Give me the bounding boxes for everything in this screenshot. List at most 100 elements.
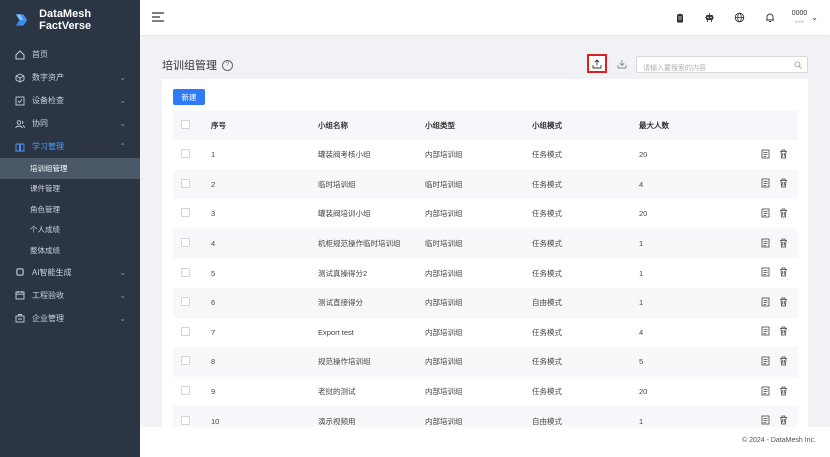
- delete-icon[interactable]: [778, 267, 788, 277]
- cell-index: 10: [210, 406, 317, 427]
- brand[interactable]: DataMesh FactVerse: [0, 0, 140, 40]
- sidebar-item-home[interactable]: 首页: [0, 43, 140, 66]
- delete-icon[interactable]: [778, 208, 788, 218]
- sidebar-subitem-courseware[interactable]: 课件管理: [0, 179, 140, 200]
- sidebar-subitem-overall-scores[interactable]: 整体成绩: [0, 240, 140, 261]
- edit-icon[interactable]: [760, 149, 770, 159]
- sidebar-item-ai-generation[interactable]: AI智能生成 ⌄: [0, 261, 140, 284]
- cell-max-members: 20: [639, 387, 648, 397]
- main-content: 培训组管理 ? 新建 序号 小组名称 小组类型 小组模式 最大人数: [140, 35, 830, 427]
- chevron-down-icon: ⌄: [119, 96, 126, 105]
- row-checkbox[interactable]: [181, 178, 190, 188]
- sidebar-item-collaboration[interactable]: 协同 ⌄: [0, 112, 140, 135]
- row-checkbox[interactable]: [181, 356, 190, 366]
- cell-group-name: 机柜规范操作临时培训组: [317, 228, 424, 259]
- user-name-text: 0000: [791, 9, 808, 17]
- table-row: 4 机柜规范操作临时培训组 临时培训组 任务模式 1: [173, 228, 798, 259]
- sidebar-subitem-personal-scores[interactable]: 个人成绩: [0, 220, 140, 241]
- row-actions: [745, 169, 798, 200]
- row-checkbox-cell: [173, 318, 210, 348]
- row-checkbox[interactable]: [181, 238, 190, 248]
- row-checkbox[interactable]: [181, 149, 190, 159]
- search-input[interactable]: [637, 61, 788, 76]
- globe-icon[interactable]: [734, 12, 746, 24]
- table-row: 9 老挝的测试 内部培训组 任务模式 20: [173, 377, 798, 407]
- cell-index: 4: [210, 228, 317, 259]
- cell-group-name: 罐装阀培训小组: [318, 209, 371, 219]
- edit-icon[interactable]: [760, 208, 770, 218]
- edit-icon[interactable]: [760, 297, 770, 307]
- bell-icon[interactable]: [764, 12, 776, 24]
- sidebar-item-device-inspection[interactable]: 设备检查 ⌄: [0, 89, 140, 112]
- delete-icon[interactable]: [778, 149, 788, 159]
- upload-icon: [592, 58, 602, 68]
- row-checkbox[interactable]: [181, 386, 190, 396]
- new-button[interactable]: 新建: [173, 89, 205, 105]
- edit-icon[interactable]: [760, 326, 770, 336]
- sidebar-item-digital-assets[interactable]: 数字资产 ⌄: [0, 66, 140, 89]
- copyright-text: © 2024 - DataMesh Inc.: [741, 437, 816, 444]
- sidebar-item-enterprise-management[interactable]: 企业管理 ⌄: [0, 307, 140, 330]
- edit-icon[interactable]: [760, 386, 770, 396]
- row-checkbox[interactable]: [181, 267, 190, 277]
- cell-group-name: 测试真操得分2: [318, 268, 368, 278]
- sidebar-item-label: 首页: [32, 50, 48, 59]
- cell-group-type: 内部培训组: [424, 287, 531, 318]
- edit-icon[interactable]: [760, 267, 770, 277]
- cell-index: 8: [210, 347, 317, 377]
- cell-index: 1: [211, 150, 216, 160]
- sidebar-subitem-roles[interactable]: 角色管理: [0, 199, 140, 220]
- download-icon: [617, 60, 627, 69]
- clipboard-icon[interactable]: [674, 12, 686, 24]
- sidebar-item-learning-management[interactable]: 学习管理 ⌃: [0, 135, 140, 158]
- delete-icon[interactable]: [778, 386, 788, 396]
- edit-icon[interactable]: [760, 178, 770, 188]
- row-actions: [745, 140, 798, 170]
- sidebar-item-engineering-acceptance[interactable]: 工程验收 ⌄: [0, 284, 140, 307]
- cell-group-name: 测试直接得分: [317, 287, 424, 318]
- menu-toggle-icon[interactable]: [152, 11, 164, 23]
- column-header-group-name: 小组名称: [317, 111, 424, 140]
- edit-icon[interactable]: [760, 415, 770, 425]
- cell-group-mode: 任务模式: [532, 150, 562, 160]
- row-checkbox[interactable]: [181, 326, 190, 336]
- search-icon[interactable]: [794, 61, 802, 69]
- delete-icon[interactable]: [778, 238, 788, 248]
- delete-icon[interactable]: [778, 326, 788, 336]
- delete-icon[interactable]: [778, 178, 788, 188]
- sidebar-item-label: 数字资产: [32, 73, 64, 82]
- cell-index: 5: [211, 268, 216, 278]
- row-checkbox[interactable]: [181, 297, 190, 307]
- download-button[interactable]: [615, 57, 629, 71]
- upload-button[interactable]: [587, 54, 607, 73]
- delete-icon[interactable]: [778, 356, 788, 366]
- cell-index: 3: [211, 209, 216, 219]
- table-row: 10 演示视频用 内部培训组 自由模式 1: [173, 406, 798, 427]
- select-all-checkbox[interactable]: [181, 120, 190, 129]
- brand-name: DataMesh FactVerse: [39, 8, 92, 32]
- sidebar-subitem-training-groups[interactable]: 培训组管理: [0, 158, 140, 179]
- column-header-group-mode: 小组模式: [531, 111, 638, 140]
- row-checkbox[interactable]: [181, 415, 190, 425]
- chevron-up-icon: ⌃: [119, 142, 126, 151]
- row-checkbox[interactable]: [181, 208, 190, 218]
- cell-max-members: 4: [639, 327, 644, 337]
- help-icon[interactable]: ?: [222, 59, 233, 71]
- ai-icon: [14, 267, 25, 278]
- cube-icon: [14, 72, 25, 83]
- cell-group-name: 罐装阀考核小组: [318, 150, 371, 160]
- cell-max-members: 1: [638, 406, 745, 427]
- edit-icon[interactable]: [760, 356, 770, 366]
- delete-icon[interactable]: [778, 415, 788, 425]
- robot-icon[interactable]: [704, 12, 716, 24]
- cell-group-type: 内部培训组: [425, 209, 463, 219]
- row-checkbox-cell: [173, 258, 210, 288]
- cell-group-name: 老挝的测试: [318, 387, 356, 397]
- delete-icon[interactable]: [778, 297, 788, 307]
- row-actions: [745, 199, 798, 229]
- cell-max-members: 5: [638, 347, 745, 377]
- edit-icon[interactable]: [760, 238, 770, 248]
- user-menu[interactable]: 0000 0000 ⌄: [792, 10, 818, 26]
- brand-logo-icon: [15, 14, 28, 26]
- top-bar: 0000 0000 ⌄: [140, 0, 830, 35]
